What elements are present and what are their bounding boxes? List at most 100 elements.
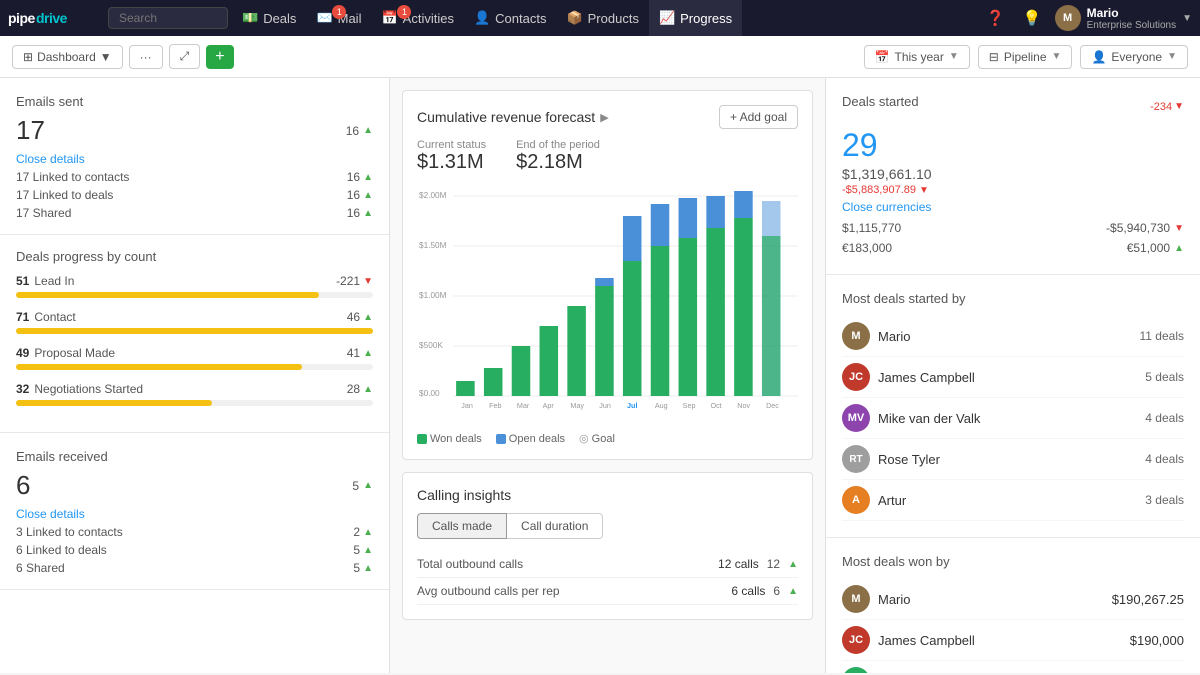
dashboard-chevron-icon: ▼ xyxy=(100,50,112,64)
nav-progress[interactable]: 📈 Progress xyxy=(649,0,742,36)
recv-detail-1-arrow-icon: ▲ xyxy=(363,527,373,538)
everyone-chevron-icon: ▼ xyxy=(1167,51,1177,62)
lightbulb-icon[interactable]: 💡 xyxy=(1018,9,1047,27)
nav-mail[interactable]: ✉️ Mail 1 xyxy=(306,0,371,36)
everyone-filter-button[interactable]: 👤 Everyone ▼ xyxy=(1080,45,1188,69)
add-goal-button[interactable]: + Add goal xyxy=(719,105,798,129)
total-outbound-arrow-icon: ▲ xyxy=(788,559,798,570)
contact-bar xyxy=(16,328,373,334)
emails-sent-count: 16 xyxy=(346,124,359,138)
contact-bar-bg xyxy=(16,328,373,334)
calls-made-tab[interactable]: Calls made xyxy=(417,513,507,539)
svg-text:Feb: Feb xyxy=(489,402,501,410)
proposal-bar-bg xyxy=(16,364,373,370)
nav-contacts[interactable]: 👤 Contacts xyxy=(464,0,557,36)
detail-3-arrow-icon: ▲ xyxy=(363,208,373,219)
deals-started-amount: $1,319,661.10 xyxy=(842,166,1184,182)
person-rose-started: RT Rose Tyler 4 deals xyxy=(842,439,1184,480)
svg-text:$1.50M: $1.50M xyxy=(419,241,447,250)
emails-sent-detail-1: 17 Linked to contacts 16 ▲ xyxy=(16,168,373,186)
emails-received-close-details[interactable]: Close details xyxy=(16,507,373,521)
rose-avatar: RT xyxy=(842,445,870,473)
expand-button[interactable]: ⤢ xyxy=(169,44,201,69)
dashboard-button[interactable]: ⊞ Dashboard ▼ xyxy=(12,45,123,69)
james-avatar: JC xyxy=(842,363,870,391)
close-currencies[interactable]: Close currencies xyxy=(842,200,1184,214)
negotiations-bar-bg xyxy=(16,400,373,406)
deals-progress-title: Deals progress by count xyxy=(16,249,373,264)
james-won-avatar: JC xyxy=(842,626,870,654)
person-artur-started: A Artur 3 deals xyxy=(842,480,1184,521)
nav-right: ❓ 💡 M Mario Enterprise Solutions ▼ xyxy=(981,5,1192,31)
svg-text:$500K: $500K xyxy=(419,341,443,350)
top-navigation: pipe drive 💵 Deals ✉️ Mail 1 📅 Activitie… xyxy=(0,0,1200,36)
progress-item-negotiations: 32 Negotiations Started 28 ▲ xyxy=(16,382,373,406)
call-duration-tab[interactable]: Call duration xyxy=(507,513,603,539)
svg-text:drive: drive xyxy=(36,10,68,26)
emails-received-detail-1: 3 Linked to contacts 2 ▲ xyxy=(16,523,373,541)
progress-icon: 📈 xyxy=(659,10,675,26)
emails-received-detail-2: 6 Linked to deals 5 ▲ xyxy=(16,541,373,559)
deals-started-card: Deals started -234 ▼ 29 $1,319,661.10 -$… xyxy=(826,78,1200,275)
deals-started-amount-change: -$5,883,907.89 ▼ xyxy=(842,184,1184,196)
right-panel: Deals started -234 ▼ 29 $1,319,661.10 -$… xyxy=(825,78,1200,673)
mario-won-avatar: M xyxy=(842,585,870,613)
recv-detail-3-arrow-icon: ▲ xyxy=(363,563,373,574)
search-input[interactable] xyxy=(108,7,228,29)
svg-text:$1.00M: $1.00M xyxy=(419,291,447,300)
add-button[interactable]: + xyxy=(206,45,233,69)
person-icon: 👤 xyxy=(1091,50,1106,64)
help-icon[interactable]: ❓ xyxy=(981,9,1010,27)
user-menu[interactable]: M Mario Enterprise Solutions ▼ xyxy=(1055,5,1192,31)
svg-text:pipe: pipe xyxy=(8,10,35,26)
nav-products[interactable]: 📦 Products xyxy=(556,0,649,36)
total-outbound-row: Total outbound calls 12 calls 12 ▲ xyxy=(417,551,798,578)
negotiations-bar xyxy=(16,400,212,406)
chart-title: Cumulative revenue forecast ▶ xyxy=(417,109,609,125)
currency-row-1: $1,115,770 -$5,940,730 ▼ xyxy=(842,218,1184,238)
calling-insights-card: Calling insights Calls made Call duratio… xyxy=(402,472,813,620)
proposal-arrow-icon: ▲ xyxy=(363,348,373,359)
detail-2-arrow-icon: ▲ xyxy=(363,190,373,201)
most-deals-won-card: Most deals won by M Mario $190,267.25 JC… xyxy=(826,538,1200,673)
person-mario-won: M Mario $190,267.25 xyxy=(842,579,1184,620)
svg-text:Aug: Aug xyxy=(655,402,668,410)
mike-avatar: MV xyxy=(842,404,870,432)
progress-item-proposal: 49 Proposal Made 41 ▲ xyxy=(16,346,373,370)
products-icon: 📦 xyxy=(566,10,582,26)
emails-received-title: Emails received xyxy=(16,449,373,464)
svg-text:Jun: Jun xyxy=(599,402,611,410)
left-panel: Emails sent 17 16 ▲ Close details 17 Lin… xyxy=(0,78,390,673)
logo[interactable]: pipe drive xyxy=(8,8,108,28)
svg-text:Jan: Jan xyxy=(461,402,473,410)
svg-text:$2.00M: $2.00M xyxy=(419,191,447,200)
contacts-icon: 👤 xyxy=(474,10,490,26)
emails-sent-close-details[interactable]: Close details xyxy=(16,152,373,166)
svg-text:Dec: Dec xyxy=(766,402,779,410)
svg-text:Apr: Apr xyxy=(543,402,555,410)
most-deals-started-title: Most deals started by xyxy=(842,291,1184,306)
amount-change-arrow-icon: ▼ xyxy=(919,185,929,196)
chart-legend: Won deals Open deals ◎ Goal xyxy=(417,432,798,445)
deals-started-change-icon: ▼ xyxy=(1174,101,1184,112)
chart-chevron-icon: ▶ xyxy=(600,111,608,124)
toolbar: ⊞ Dashboard ▼ ··· ⤢ + 📅 This year ▼ ⊟ Pi… xyxy=(0,36,1200,78)
goal-legend-dot: ◎ xyxy=(579,432,589,445)
filter-group: 📅 This year ▼ ⊟ Pipeline ▼ 👤 Everyone ▼ xyxy=(864,45,1188,69)
more-button[interactable]: ··· xyxy=(129,45,163,69)
mario-avatar: M xyxy=(842,322,870,350)
recv-detail-2-arrow-icon: ▲ xyxy=(363,545,373,556)
nav-deals[interactable]: 💵 Deals xyxy=(232,0,306,36)
svg-text:Oct: Oct xyxy=(710,402,721,410)
avatar: M xyxy=(1055,5,1081,31)
svg-text:Sep: Sep xyxy=(683,402,696,410)
nav-activities[interactable]: 📅 Activities 1 xyxy=(371,0,463,36)
svg-text:Jul: Jul xyxy=(627,402,637,410)
end-period: End of the period $2.18M xyxy=(516,139,600,174)
deals-started-title: Deals started xyxy=(842,94,919,109)
svg-text:Mar: Mar xyxy=(517,402,530,410)
pipeline-filter-button[interactable]: ⊟ Pipeline ▼ xyxy=(978,45,1073,69)
activities-icon: 📅 xyxy=(381,10,397,26)
date-filter-button[interactable]: 📅 This year ▼ xyxy=(864,45,970,69)
emails-sent-arrow-up-icon: ▲ xyxy=(363,125,373,136)
